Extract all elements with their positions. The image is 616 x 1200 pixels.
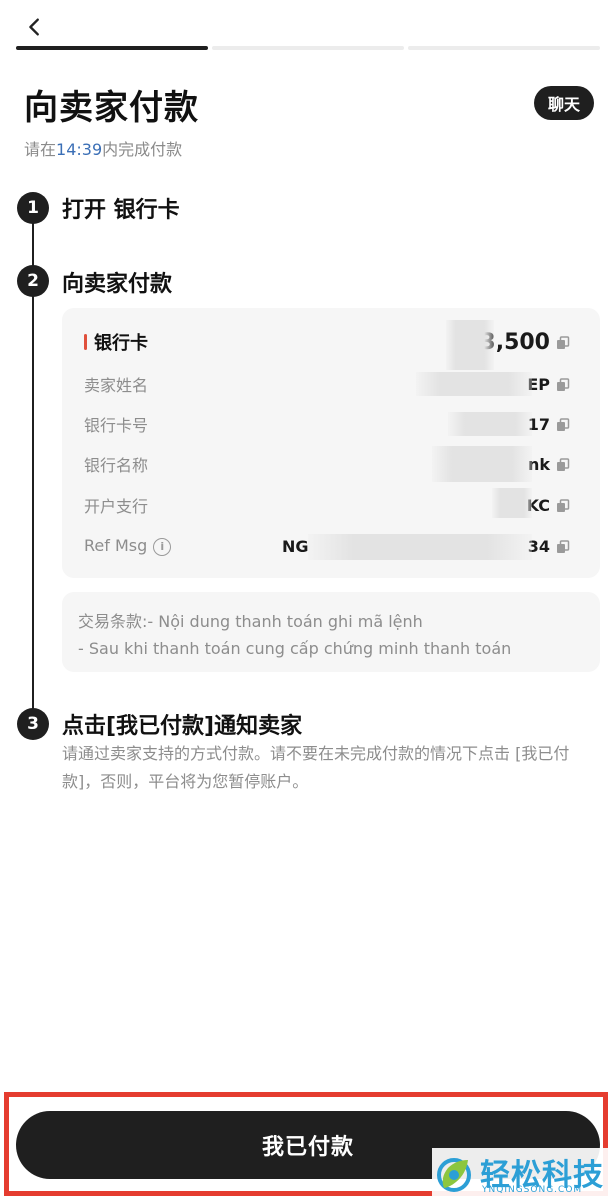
copy-icon[interactable] (556, 417, 570, 431)
payment-details-card: 银行卡 ₫ 3,500 卖家姓名 EP 银行卡号 17 银行名称 nk 开户支行… (62, 308, 600, 578)
progress-segment-1 (16, 46, 208, 50)
ref-msg-label: Ref Msg i (84, 536, 172, 556)
copy-icon[interactable] (556, 498, 570, 512)
payment-method-row: 银行卡 ₫ 3,500 (84, 328, 570, 356)
countdown-time: 14:39 (56, 140, 103, 159)
card-number-label: 银行卡号 (84, 416, 149, 435)
copy-icon[interactable] (556, 457, 570, 471)
chevron-left-icon (29, 18, 39, 36)
chat-button[interactable]: 聊天 (533, 86, 594, 120)
redaction-mask (492, 488, 532, 518)
step-1-title: 打开 银行卡 (62, 198, 180, 223)
ref-msg-label-text: Ref Msg (84, 536, 148, 556)
watermark: 轻松科技 YNQINGSONG.COM (432, 1148, 616, 1200)
copy-icon[interactable] (556, 539, 570, 553)
redaction-mask (416, 372, 532, 396)
ref-msg-prefix: NG (282, 536, 309, 556)
bank-name-label: 银行名称 (84, 456, 149, 475)
progress-segment-3 (408, 46, 600, 50)
accent-bar (84, 334, 87, 350)
branch-label: 开户支行 (84, 497, 149, 516)
watermark-subtext: YNQINGSONG.COM (482, 1185, 583, 1195)
payment-countdown: 请在14:39内完成付款 (24, 136, 182, 160)
copy-icon[interactable] (556, 377, 570, 391)
redaction-mask (432, 446, 532, 482)
countdown-suffix: 内完成付款 (102, 140, 183, 159)
progress-segment-2 (212, 46, 404, 50)
terms-line-1: 交易条款:- Nội dung thanh toán ghi mã lệnh (78, 612, 423, 631)
step-2-number: 2 (17, 265, 49, 297)
countdown-prefix: 请在 (24, 140, 57, 159)
redaction-mask (446, 320, 494, 370)
step-3-number: 3 (17, 708, 49, 740)
terms-line-2: - Sau khi thanh toán cung cấp chứng minh… (78, 639, 512, 658)
page-title: 向卖家付款 (24, 88, 199, 128)
payment-method-label: 银行卡 (94, 333, 148, 354)
top-bar (0, 0, 616, 52)
trade-terms-box: 交易条款:- Nội dung thanh toán ghi mã lệnh -… (62, 592, 600, 672)
info-icon[interactable]: i (153, 537, 172, 556)
copy-icon[interactable] (556, 335, 570, 349)
back-button[interactable] (20, 12, 50, 42)
step-1-number: 1 (17, 192, 49, 224)
leaf-logo-icon (437, 1158, 471, 1192)
seller-name-label: 卖家姓名 (84, 376, 149, 395)
redaction-mask (308, 534, 532, 560)
redaction-mask (448, 412, 532, 436)
step-3-description: 请通过卖家支持的方式付款。请不要在未完成付款的情况下点击 [我已付款]，否则，平… (62, 744, 570, 791)
step-3-title: 点击[我已付款]通知卖家 (62, 714, 303, 739)
step-progress-bar (16, 46, 600, 50)
step-2-title: 向卖家付款 (62, 272, 173, 297)
